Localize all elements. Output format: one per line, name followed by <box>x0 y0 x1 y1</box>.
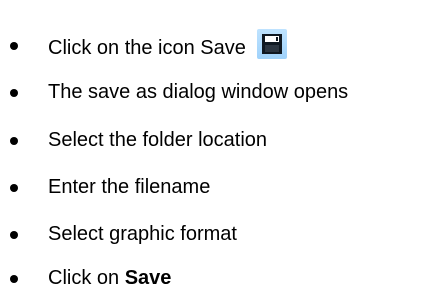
instruction-text: The save as dialog window opens <box>48 81 349 103</box>
instruction-item-click-save: Click on Save <box>0 263 448 293</box>
bullet-icon <box>10 137 18 145</box>
bullet-icon <box>10 184 18 192</box>
instruction-text: Select the folder location <box>48 129 268 151</box>
instruction-item-click-save-icon: Click on the icon Save <box>0 28 448 63</box>
instruction-text-container: Click on Save <box>48 263 171 293</box>
instruction-item-select-format: Select graphic format <box>0 219 448 249</box>
bullet-icon <box>10 275 18 283</box>
instruction-text: Enter the filename <box>48 176 211 198</box>
instruction-item-select-folder: Select the folder location <box>0 125 448 155</box>
save-label-text: Save <box>124 267 172 289</box>
save-icon <box>257 28 288 59</box>
instruction-text: Select graphic format <box>48 223 237 245</box>
instruction-item-enter-filename: Enter the filename <box>0 172 448 202</box>
bullet-icon <box>10 231 18 239</box>
instruction-text-container: Click on the icon Save <box>48 28 288 63</box>
bullet-icon <box>10 89 18 97</box>
instruction-text-prefix: Click on <box>48 267 125 289</box>
instruction-item-dialog-opens: The save as dialog window opens <box>0 77 448 107</box>
bullet-icon <box>10 42 18 50</box>
instruction-text: Click on the icon Save <box>48 37 246 59</box>
instruction-list: Click on the icon Save The save as dialo… <box>0 0 448 291</box>
